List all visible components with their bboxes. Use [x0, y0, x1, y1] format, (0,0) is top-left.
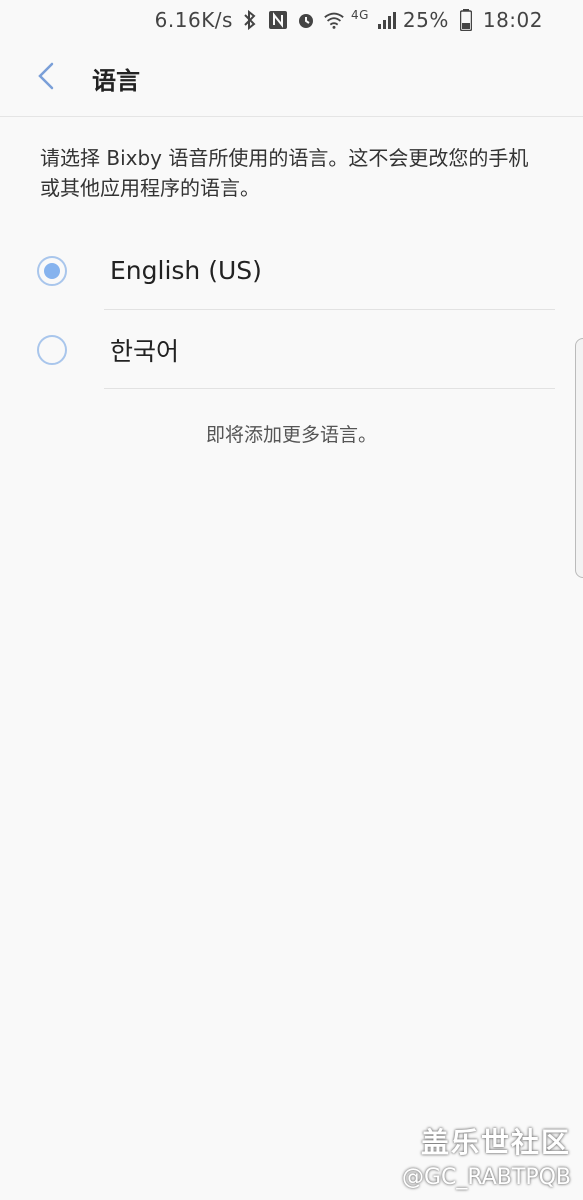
- alarm-icon: [295, 9, 317, 31]
- description-text: 请选择 Bixby 语音所使用的语言。这不会更改您的手机或其他应用程序的语言。: [40, 146, 529, 200]
- signal-icon: [375, 9, 397, 31]
- network-type: 4G: [350, 8, 369, 22]
- language-option-english[interactable]: English (US): [0, 231, 555, 310]
- battery-icon: [455, 9, 477, 31]
- back-button[interactable]: [22, 54, 70, 102]
- page-title: 语言: [92, 66, 140, 95]
- chevron-left-icon: [36, 62, 56, 94]
- radio-button-selected[interactable]: [37, 255, 67, 286]
- option-label: English (US): [110, 256, 262, 285]
- bluetooth-icon: [239, 9, 261, 31]
- wifi-icon: [323, 9, 345, 31]
- clock: 18:02: [482, 8, 543, 32]
- watermark-title: 盖乐世社区: [420, 1126, 571, 1159]
- edge-panel-handle[interactable]: [575, 338, 583, 578]
- language-option-korean[interactable]: 한국어: [0, 310, 555, 389]
- more-languages-note: 即将添加更多语言。: [205, 424, 377, 446]
- watermark: 盖乐世社区 @GC_RABTPQB: [402, 1121, 571, 1190]
- nfc-icon: [267, 9, 289, 31]
- radio-dot: [44, 262, 60, 279]
- option-label: 한국어: [110, 336, 180, 366]
- app-bar: 语言: [0, 40, 583, 117]
- watermark-handle: @GC_RABTPQB: [401, 1165, 571, 1190]
- battery-percent: 25%: [402, 8, 449, 32]
- status-bar: 6.16K/s 4G 25% 18:02: [0, 0, 583, 40]
- divider: [104, 388, 555, 389]
- radio-button[interactable]: [37, 334, 67, 365]
- network-speed: 6.16K/s: [154, 8, 233, 32]
